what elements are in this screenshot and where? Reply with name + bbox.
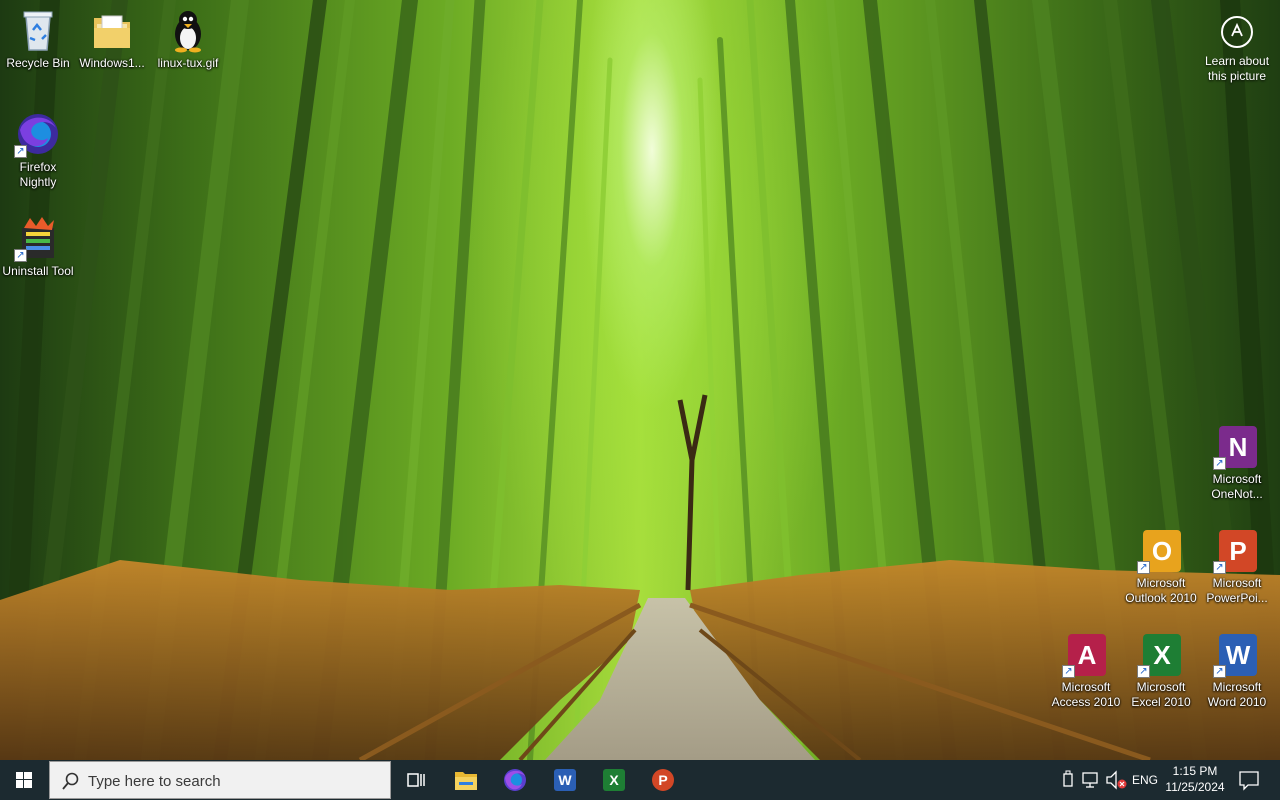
excel-icon: X [603, 769, 625, 791]
powerpoint-icon: P ↗ [1213, 526, 1261, 574]
shortcut-arrow-icon: ↗ [14, 145, 27, 158]
taskbar-search-box[interactable]: Type here to search [49, 761, 391, 799]
desktop-icon-label: linux-tux.gif [157, 56, 219, 70]
learn-about-this-picture-label: Learn about this picture [1204, 54, 1270, 83]
word-icon: W [554, 769, 576, 791]
word-icon: W ↗ [1213, 630, 1261, 678]
desktop-icon-excel[interactable]: X ↗ Microsoft Excel 2010 [1123, 624, 1199, 724]
desktop-icon-label: Windows1... [79, 56, 145, 70]
volume-muted-icon [1106, 770, 1127, 790]
uninstall-tool-icon: ↗ [14, 214, 62, 262]
desktop-icon-powerpoint[interactable]: P ↗ Microsoft PowerPoi... [1199, 520, 1275, 620]
shortcut-arrow-icon: ↗ [1137, 561, 1150, 574]
task-view-button[interactable] [392, 760, 440, 800]
desktop-icon-firefox-nightly[interactable]: ↗ Firefox Nightly [0, 104, 76, 204]
firefox-icon [504, 769, 526, 791]
shortcut-arrow-icon: ↗ [1213, 457, 1226, 470]
clock-time: 1:15 PM [1172, 764, 1218, 778]
search-icon [62, 772, 79, 790]
excel-icon: X ↗ [1137, 630, 1185, 678]
shortcut-arrow-icon: ↗ [1213, 665, 1226, 678]
taskbar-file-explorer[interactable] [442, 760, 490, 800]
taskbar-excel[interactable]: X [590, 760, 638, 800]
desktop-icon-linux-tux[interactable]: linux-tux.gif [150, 0, 226, 100]
desktop-icon-label: Microsoft Outlook 2010 [1125, 576, 1197, 605]
learn-about-this-picture[interactable]: Learn about this picture [1200, 12, 1274, 84]
onenote-icon: N ↗ [1213, 422, 1261, 470]
firefox-nightly-icon: ↗ [14, 110, 62, 158]
taskbar-powerpoint[interactable]: P [639, 760, 687, 800]
desktop-icon-label: Microsoft OneNot... [1211, 472, 1263, 501]
access-icon: A ↗ [1062, 630, 1110, 678]
folder-icon [88, 6, 136, 54]
taskbar-word[interactable]: W [541, 760, 589, 800]
desktop-icon-label: Microsoft Excel 2010 [1131, 680, 1191, 709]
taskbar-firefox[interactable] [491, 760, 539, 800]
windows-logo-icon [16, 772, 32, 788]
volume-tray[interactable] [1104, 760, 1128, 800]
desktop-icon-windows-folder[interactable]: Windows1... [74, 0, 150, 100]
desktop-icon-label: Uninstall Tool [2, 264, 74, 278]
file-explorer-icon [455, 772, 477, 790]
search-placeholder: Type here to search [88, 773, 221, 790]
desktop-icon-label: Microsoft Access 2010 [1051, 680, 1121, 709]
outlook-icon: O ↗ [1137, 526, 1185, 574]
desktop-icon-access[interactable]: A ↗ Microsoft Access 2010 [1048, 624, 1124, 724]
shortcut-arrow-icon: ↗ [1213, 561, 1226, 574]
notification-icon [1239, 771, 1259, 791]
network-tray[interactable] [1080, 760, 1102, 800]
shortcut-arrow-icon: ↗ [14, 249, 27, 262]
desktop-icon-outlook[interactable]: O ↗ Microsoft Outlook 2010 [1123, 520, 1199, 620]
tux-penguin-icon [164, 6, 212, 54]
powerpoint-icon: P [652, 769, 674, 791]
desktop-icon-label: Microsoft Word 2010 [1207, 680, 1267, 709]
network-icon [1082, 772, 1098, 788]
clock[interactable]: 1:15 PM 11/25/2024 [1160, 763, 1230, 795]
taskbar: Type here to search W X P ENG 1:15 PM 11… [0, 760, 1280, 800]
notifications-button[interactable] [1234, 760, 1264, 800]
desktop-icon-word[interactable]: W ↗ Microsoft Word 2010 [1199, 624, 1275, 724]
usb-device-icon [1063, 770, 1073, 787]
desktop-icon-recycle-bin[interactable]: Recycle Bin [0, 0, 76, 100]
desktop-icon-label: Microsoft PowerPoi... [1206, 576, 1268, 605]
language-indicator[interactable]: ENG [1130, 760, 1160, 800]
clock-date: 11/25/2024 [1165, 780, 1225, 794]
shortcut-arrow-icon: ↗ [1137, 665, 1150, 678]
recycle-bin-icon [14, 6, 62, 54]
desktop-icon-uninstall-tool[interactable]: ↗ Uninstall Tool [0, 208, 76, 308]
task-view-icon [407, 773, 425, 787]
desktop-icon-label: Firefox Nightly [19, 160, 57, 189]
desktop-icon-label: Recycle Bin [6, 56, 70, 70]
camera-info-icon [1221, 16, 1253, 48]
desktop-icon-onenote[interactable]: N ↗ Microsoft OneNot... [1199, 416, 1275, 516]
desktop-wallpaper: Recycle Bin Windows1... linux-tux.gif ↗ … [0, 0, 1280, 760]
usb-device-tray[interactable] [1058, 760, 1078, 800]
start-button[interactable] [0, 760, 48, 800]
shortcut-arrow-icon: ↗ [1062, 665, 1075, 678]
